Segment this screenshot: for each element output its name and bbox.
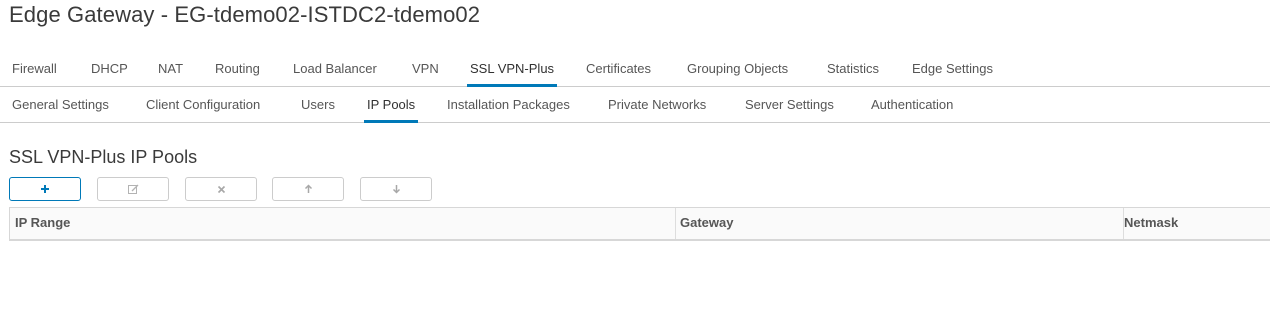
primary-tab-bar: Firewall DHCP NAT Routing Load Balancer … bbox=[0, 51, 1270, 87]
delete-button[interactable] bbox=[185, 177, 257, 201]
edit-button[interactable] bbox=[97, 177, 169, 201]
tab-routing[interactable]: Routing bbox=[215, 51, 260, 86]
tab-firewall[interactable]: Firewall bbox=[12, 51, 57, 86]
section-title: SSL VPN-Plus IP Pools bbox=[9, 147, 198, 167]
column-header-ip-range[interactable]: IP Range bbox=[10, 208, 675, 239]
tab-server-settings[interactable]: Server Settings bbox=[745, 87, 834, 122]
plus-icon bbox=[40, 184, 50, 194]
close-icon bbox=[217, 185, 226, 194]
tab-load-balancer[interactable]: Load Balancer bbox=[293, 51, 377, 86]
edit-icon bbox=[127, 184, 139, 195]
page-title: Edge Gateway - EG-tdemo02-ISTDC2-tdemo02 bbox=[9, 2, 481, 27]
tab-nat[interactable]: NAT bbox=[158, 51, 183, 86]
arrow-up-icon bbox=[304, 184, 313, 194]
column-header-netmask[interactable]: Netmask bbox=[1119, 208, 1269, 239]
secondary-tab-bar: General Settings Client Configuration Us… bbox=[0, 87, 1270, 123]
tab-statistics[interactable]: Statistics bbox=[827, 51, 879, 86]
tab-authentication[interactable]: Authentication bbox=[871, 87, 953, 122]
tab-general-settings[interactable]: General Settings bbox=[12, 87, 109, 122]
tab-edge-settings[interactable]: Edge Settings bbox=[912, 51, 993, 86]
tab-grouping-objects[interactable]: Grouping Objects bbox=[687, 51, 788, 86]
tab-certificates[interactable]: Certificates bbox=[586, 51, 651, 86]
move-up-button[interactable] bbox=[272, 177, 344, 201]
tab-installation-packages[interactable]: Installation Packages bbox=[447, 87, 570, 122]
tab-dhcp[interactable]: DHCP bbox=[91, 51, 128, 86]
add-button[interactable] bbox=[9, 177, 81, 201]
move-down-button[interactable] bbox=[360, 177, 432, 201]
tab-private-networks[interactable]: Private Networks bbox=[608, 87, 706, 122]
tab-client-configuration[interactable]: Client Configuration bbox=[146, 87, 260, 122]
tab-ssl-vpn-plus[interactable]: SSL VPN-Plus bbox=[466, 51, 558, 87]
arrow-down-icon bbox=[392, 184, 401, 194]
column-header-gateway[interactable]: Gateway bbox=[675, 208, 1123, 239]
ip-pools-table: IP Range Gateway Netmask bbox=[9, 207, 1270, 241]
tab-users[interactable]: Users bbox=[301, 87, 335, 122]
tab-vpn[interactable]: VPN bbox=[412, 51, 439, 86]
tab-ip-pools[interactable]: IP Pools bbox=[363, 87, 419, 123]
